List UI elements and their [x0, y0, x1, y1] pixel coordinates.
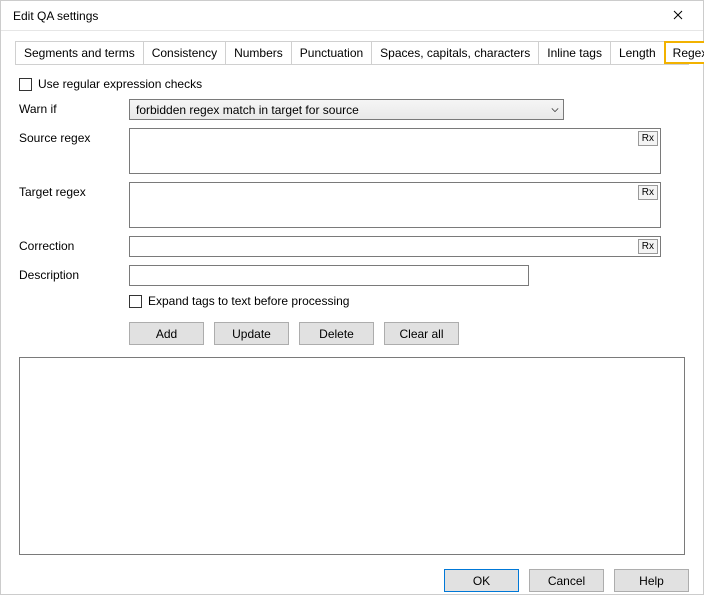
correction-input[interactable]: Rx — [129, 236, 661, 257]
correction-label: Correction — [19, 236, 129, 253]
tab-punctuation[interactable]: Punctuation — [291, 41, 372, 64]
description-input[interactable] — [129, 265, 529, 286]
tab-numbers[interactable]: Numbers — [225, 41, 292, 64]
button-label: Cancel — [548, 574, 585, 588]
chevron-down-icon — [551, 103, 559, 117]
tab-inline-tags[interactable]: Inline tags — [538, 41, 611, 64]
dialog-content: Segments and terms Consistency Numbers P… — [1, 31, 703, 606]
update-button[interactable]: Update — [214, 322, 289, 345]
use-regex-label: Use regular expression checks — [38, 77, 202, 91]
tab-label: Numbers — [234, 46, 283, 60]
description-label: Description — [19, 265, 129, 282]
tab-label: Regex — [673, 46, 704, 60]
tab-length[interactable]: Length — [610, 41, 665, 64]
warn-if-combobox[interactable]: forbidden regex match in target for sour… — [129, 99, 564, 120]
ok-button[interactable]: OK — [444, 569, 519, 592]
rx-builder-button[interactable]: Rx — [638, 185, 658, 200]
dialog-footer: OK Cancel Help — [15, 569, 689, 592]
button-label: Help — [639, 574, 664, 588]
regex-form: Use regular expression checks Warn if fo… — [15, 71, 689, 557]
window-title: Edit QA settings — [13, 9, 98, 23]
tab-label: Length — [619, 46, 656, 60]
tab-spaces-capitals-characters[interactable]: Spaces, capitals, characters — [371, 41, 539, 64]
add-button[interactable]: Add — [129, 322, 204, 345]
close-button[interactable] — [663, 1, 693, 31]
tab-label: Punctuation — [300, 46, 363, 60]
expand-tags-checkbox[interactable] — [129, 295, 142, 308]
help-button[interactable]: Help — [614, 569, 689, 592]
rules-listbox[interactable] — [19, 357, 685, 555]
tab-consistency[interactable]: Consistency — [143, 41, 226, 64]
rx-builder-button[interactable]: Rx — [638, 239, 658, 254]
source-regex-label: Source regex — [19, 128, 129, 145]
cancel-button[interactable]: Cancel — [529, 569, 604, 592]
delete-button[interactable]: Delete — [299, 322, 374, 345]
clear-all-button[interactable]: Clear all — [384, 322, 459, 345]
target-regex-label: Target regex — [19, 182, 129, 199]
target-regex-input[interactable]: Rx — [129, 182, 661, 228]
button-label: OK — [473, 574, 490, 588]
tab-regex[interactable]: Regex — [664, 41, 704, 64]
tab-segments-and-terms[interactable]: Segments and terms — [15, 41, 144, 64]
button-label: Clear all — [399, 327, 443, 341]
tab-label: Spaces, capitals, characters — [380, 46, 530, 60]
rx-builder-button[interactable]: Rx — [638, 131, 658, 146]
close-icon — [673, 9, 683, 23]
tab-label: Segments and terms — [24, 46, 135, 60]
use-regex-checkbox[interactable] — [19, 78, 32, 91]
button-label: Update — [232, 327, 271, 341]
source-regex-input[interactable]: Rx — [129, 128, 661, 174]
button-label: Add — [156, 327, 177, 341]
warn-if-label: Warn if — [19, 99, 129, 116]
button-label: Delete — [319, 327, 354, 341]
tab-label: Inline tags — [547, 46, 602, 60]
tab-strip: Segments and terms Consistency Numbers P… — [15, 41, 689, 65]
tab-label: Consistency — [152, 46, 217, 60]
titlebar: Edit QA settings — [1, 1, 703, 31]
expand-tags-label: Expand tags to text before processing — [148, 294, 349, 308]
warn-if-value: forbidden regex match in target for sour… — [136, 103, 359, 117]
